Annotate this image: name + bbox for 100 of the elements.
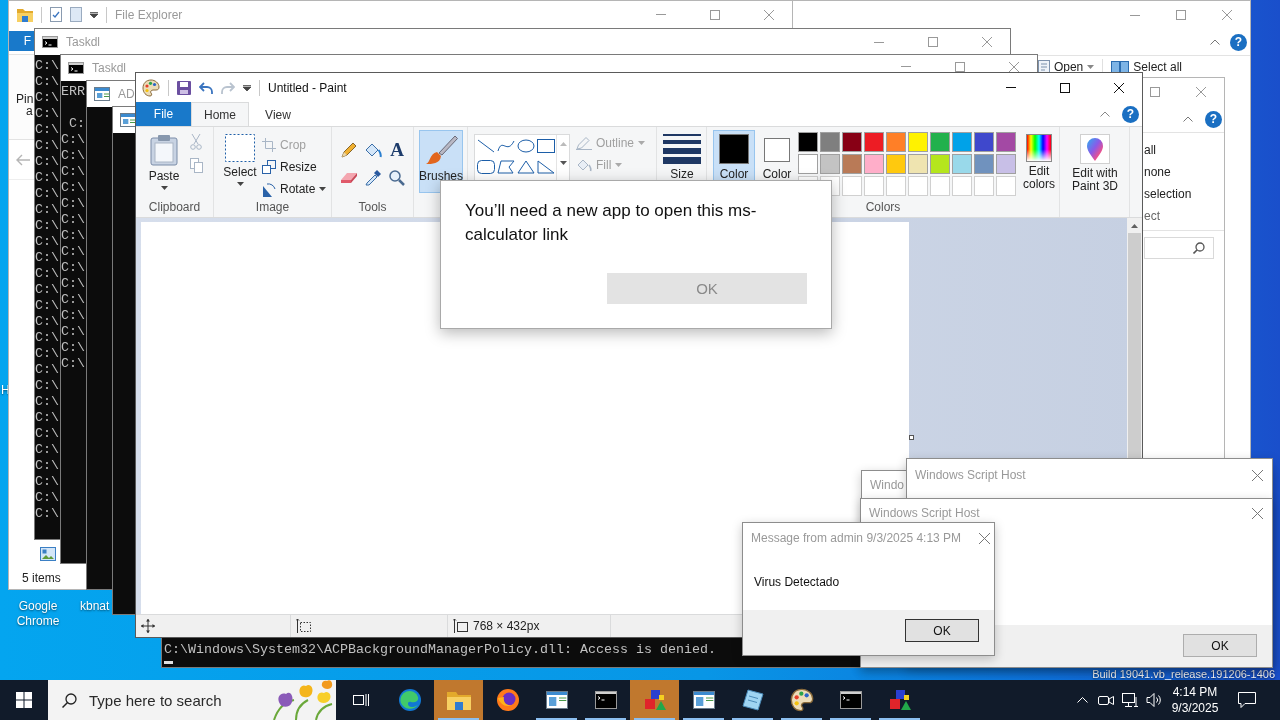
color-swatch-icon[interactable] (842, 132, 862, 152)
help-button[interactable]: ? (1230, 33, 1247, 51)
color-swatch-icon[interactable] (974, 132, 994, 152)
curve-shape-icon[interactable] (497, 138, 515, 153)
empty-swatch-icon[interactable] (952, 176, 972, 196)
empty-swatch-icon[interactable] (886, 176, 906, 196)
eraser-icon[interactable] (340, 172, 358, 184)
left-arrow-icon[interactable] (16, 153, 30, 166)
pin-button[interactable]: Pin a (16, 93, 34, 117)
scroll-up-icon[interactable] (1131, 223, 1138, 228)
caret-icon (160, 186, 168, 190)
scroll-down-icon[interactable] (559, 161, 567, 165)
checked-page-icon[interactable] (50, 7, 62, 22)
drop-icon (1080, 134, 1110, 164)
color-swatch-icon[interactable] (798, 154, 818, 174)
chevron-up-icon[interactable] (1100, 111, 1110, 117)
rotate-button[interactable]: Rotate (262, 178, 327, 200)
dropdown-icon[interactable] (90, 11, 98, 18)
color-swatch-icon[interactable] (886, 154, 906, 174)
color-swatch-icon[interactable] (886, 132, 906, 152)
rectangle-shape-icon[interactable] (537, 138, 555, 153)
search-field[interactable]: Type here to search (89, 691, 254, 709)
network-icon (1121, 693, 1139, 707)
ribbon-command[interactable]: none (1144, 161, 1171, 183)
console-line: C:\ (35, 362, 59, 378)
rounded-rectangle-shape-icon[interactable] (477, 159, 495, 174)
undo-icon[interactable] (199, 81, 213, 94)
help-button[interactable]: ? (1122, 105, 1139, 123)
search-field[interactable] (1144, 237, 1214, 259)
redo-icon[interactable] (221, 81, 235, 94)
empty-swatch-icon[interactable] (864, 176, 884, 196)
color-swatch-icon[interactable] (996, 154, 1016, 174)
empty-swatch-icon[interactable] (930, 176, 950, 196)
pencil-icon[interactable] (341, 142, 357, 158)
search-icon (62, 692, 77, 708)
color-swatch-icon[interactable] (820, 132, 840, 152)
save-icon[interactable] (177, 80, 191, 95)
color-swatch-icon[interactable] (930, 132, 950, 152)
color-swatch-icon[interactable] (908, 132, 928, 152)
console-line: C:\ (35, 234, 59, 250)
ok-button[interactable]: OK (905, 619, 979, 642)
color-swatch-icon[interactable] (908, 154, 928, 174)
search-icon (1193, 242, 1205, 254)
resize-handle[interactable] (909, 435, 914, 440)
color-swatch-icon[interactable] (930, 154, 950, 174)
console-line: C:\ (35, 154, 59, 170)
canvas-size-icon (453, 619, 469, 633)
caret-icon (319, 187, 327, 191)
paint-3d-button[interactable]: Edit with Paint 3D (1064, 130, 1126, 193)
magnifier-icon[interactable] (389, 170, 405, 186)
console-line: C:\ (35, 314, 59, 330)
minimize-icon (874, 41, 884, 43)
minimize-icon (656, 14, 666, 15)
paste-button[interactable]: Paste (142, 130, 186, 193)
color-swatch-icon[interactable] (864, 154, 884, 174)
color-swatch-icon[interactable] (952, 132, 972, 152)
color-swatch-icon[interactable] (974, 154, 994, 174)
blocks-icon (887, 689, 912, 711)
ribbon-command[interactable]: all (1144, 139, 1156, 161)
text-tool-button[interactable]: A (390, 140, 404, 160)
empty-swatch-icon[interactable] (996, 176, 1016, 196)
file-tab[interactable]: File (136, 102, 191, 126)
ribbon-tab[interactable]: View (249, 102, 307, 126)
edit-colors-button[interactable]: Edit colors (1020, 130, 1058, 193)
polygon-shape-icon[interactable] (497, 159, 515, 174)
oval-shape-icon[interactable] (517, 138, 535, 153)
fill-bucket-icon[interactable] (364, 142, 382, 158)
swirl-circle-icon (397, 688, 422, 712)
color-swatch-icon[interactable] (996, 132, 1016, 152)
color-swatch-icon[interactable] (864, 132, 884, 152)
chevron-up-icon[interactable] (1210, 39, 1220, 45)
clock-button[interactable]: 4:14 PM 9/3/2025 (1166, 680, 1224, 720)
close-icon (1251, 507, 1263, 519)
select-button[interactable]: Select (218, 130, 262, 193)
console-line: C:\ (35, 506, 59, 522)
color-swatch-icon[interactable] (842, 154, 862, 174)
palette-icon[interactable] (142, 78, 160, 97)
empty-swatch-icon[interactable] (908, 176, 928, 196)
ribbon-command[interactable]: selection (1144, 183, 1192, 205)
color-swatch-icon[interactable] (952, 154, 972, 174)
task-view-icon (352, 693, 369, 707)
triangle-shape-icon[interactable] (517, 159, 535, 174)
ribbon-button[interactable]: Select all (1109, 59, 1184, 75)
color-swatch-icon[interactable] (798, 132, 818, 152)
empty-swatch-icon[interactable] (974, 176, 994, 196)
ribbon-tab[interactable]: Home (191, 102, 249, 126)
line-shape-icon[interactable] (477, 138, 495, 153)
dropper-icon[interactable] (365, 170, 381, 186)
resize-button[interactable]: Resize (262, 156, 327, 178)
blank-page-icon[interactable] (70, 7, 82, 22)
dropdown-icon[interactable] (243, 84, 251, 91)
color-swatch-icon[interactable] (820, 154, 840, 174)
help-button[interactable]: ? (1205, 110, 1222, 128)
empty-swatch-icon[interactable] (842, 176, 862, 196)
folder-icon[interactable] (17, 7, 33, 22)
file-tab[interactable]: F (9, 31, 34, 51)
ok-button[interactable]: OK (1183, 634, 1257, 657)
selection-size-icon (296, 619, 312, 633)
chevron-up-icon[interactable] (1183, 116, 1193, 122)
right-triangle-shape-icon[interactable] (537, 159, 555, 174)
